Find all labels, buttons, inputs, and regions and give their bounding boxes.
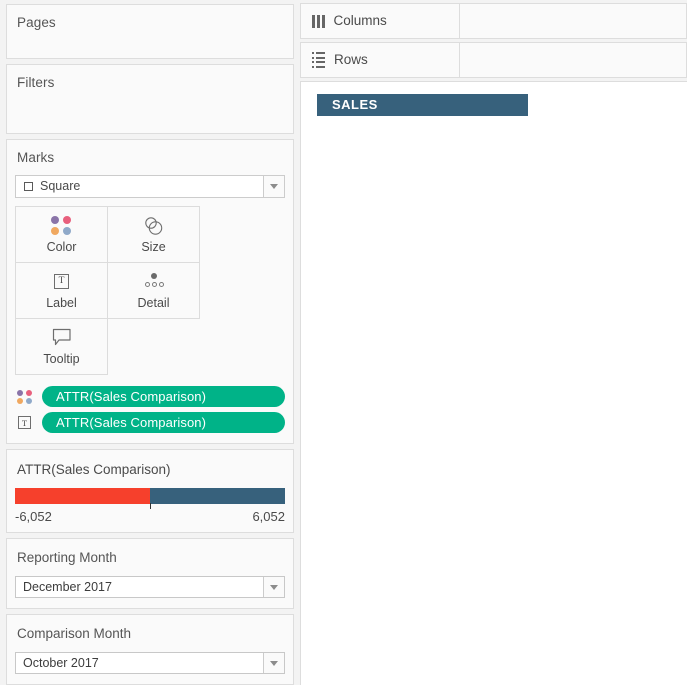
marks-button-tooltip[interactable]: Tooltip (15, 318, 108, 375)
filter-title-reporting-month: Reporting Month (17, 550, 117, 565)
marks-pill-list: ATTR(Sales Comparison) T ATTR(Sales Comp… (15, 386, 285, 433)
marks-button-detail[interactable]: Detail (107, 262, 200, 319)
reporting-month-chevron-down-icon[interactable] (263, 577, 284, 597)
pages-shelf-label: Pages (17, 15, 56, 30)
legend-min-label: -6,052 (15, 509, 52, 524)
legend-max-label: 6,052 (252, 509, 285, 524)
size-circles-icon (143, 215, 165, 235)
color-legend-labels: -6,052 6,052 (15, 509, 285, 524)
columns-shelf-dropzone[interactable] (460, 3, 687, 39)
marks-button-size[interactable]: Size (107, 206, 200, 263)
filter-value-comparison-month: October 2017 (23, 656, 99, 670)
column-header-sales[interactable]: SALES (317, 94, 528, 116)
label-text-icon: T (15, 416, 34, 429)
marks-button-color[interactable]: Color (15, 206, 108, 263)
color-dots-icon (15, 389, 34, 404)
filter-card-comparison-month: Comparison Month October 2017 (6, 614, 294, 685)
columns-shelf-label: Columns (333, 13, 387, 28)
legend-negative-swatch (15, 488, 150, 504)
legend-positive-swatch (150, 488, 285, 504)
rows-icon (312, 52, 325, 68)
marks-pill-row-color: ATTR(Sales Comparison) (15, 386, 285, 407)
columns-shelf-tag: Columns (300, 3, 460, 39)
columns-shelf-row: Columns (300, 3, 687, 39)
filter-title-comparison-month: Comparison Month (17, 626, 132, 641)
marks-button-detail-label: Detail (137, 296, 170, 310)
rows-shelf-label: Rows (334, 52, 368, 67)
color-legend-gradient[interactable] (15, 488, 285, 509)
square-icon (24, 182, 33, 191)
marks-button-size-label: Size (141, 240, 166, 254)
mark-type-value: Square (40, 179, 81, 193)
tooltip-bubble-icon (52, 327, 72, 347)
mark-type-chevron-down-icon[interactable] (263, 176, 284, 197)
marks-button-label[interactable]: T Label (15, 262, 108, 319)
pill-label-sales-comparison[interactable]: ATTR(Sales Comparison) (42, 412, 285, 433)
left-shelf-column: Pages Filters Marks Square Color Size T … (0, 0, 300, 685)
legend-midpoint-tick (150, 503, 151, 509)
pill-color-sales-comparison[interactable]: ATTR(Sales Comparison) (42, 386, 285, 407)
detail-dots-icon (142, 271, 166, 291)
label-text-icon: T (54, 271, 69, 291)
filter-select-comparison-month[interactable]: October 2017 (15, 652, 285, 674)
color-dots-icon (51, 215, 72, 235)
mark-type-dropdown[interactable]: Square (15, 175, 285, 198)
filter-select-reporting-month[interactable]: December 2017 (15, 576, 285, 598)
viz-canvas[interactable]: SALES (300, 81, 687, 685)
tableau-worksheet: Pages Filters Marks Square Color Size T … (0, 0, 687, 685)
marks-button-label-label: Label (46, 296, 77, 310)
rows-shelf-dropzone[interactable] (460, 42, 687, 78)
rows-shelf-row: Rows (300, 42, 687, 78)
filters-shelf[interactable]: Filters (6, 63, 294, 134)
pages-shelf[interactable]: Pages (6, 4, 294, 59)
columns-icon (312, 14, 325, 28)
marks-card-label: Marks (17, 150, 55, 165)
color-legend-card: ATTR(Sales Comparison) -6,052 6,052 (6, 449, 294, 533)
marks-button-color-label: Color (46, 240, 77, 254)
filter-card-reporting-month: Reporting Month December 2017 (6, 538, 294, 609)
color-legend-title: ATTR(Sales Comparison) (17, 462, 171, 477)
worksheet-area: Columns Rows SALES (300, 0, 687, 685)
filter-value-reporting-month: December 2017 (23, 580, 112, 594)
filters-shelf-label: Filters (17, 74, 55, 90)
marks-pill-row-label: T ATTR(Sales Comparison) (15, 412, 285, 433)
marks-card: Marks Square Color Size T Label Detail T… (6, 139, 294, 444)
marks-button-grid: Color Size T Label Detail Tooltip (15, 206, 285, 375)
comparison-month-chevron-down-icon[interactable] (263, 653, 284, 673)
marks-button-tooltip-label: Tooltip (43, 352, 80, 366)
rows-shelf-tag: Rows (300, 42, 460, 78)
